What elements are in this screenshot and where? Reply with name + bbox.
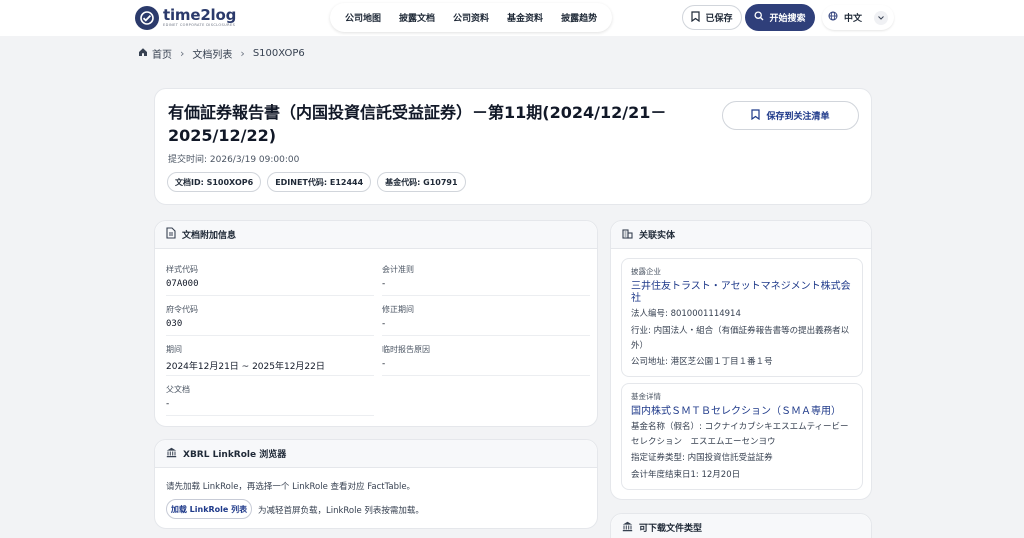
top-header: time2log EDINET CORPORATE DISCLOSURES 公司…	[0, 0, 1024, 36]
nav-fund-info[interactable]: 基金资料	[498, 11, 552, 24]
saved-button[interactable]: 已保存	[682, 5, 742, 30]
logo-text: time2log	[163, 6, 237, 25]
institution-icon	[622, 521, 633, 535]
company-address: 公司地址: 港区芝公園１丁目１番１号	[631, 357, 773, 367]
fund-name-kana: 基金名称（假名）: コクナイカブシキエスエムティービーセレクション エスエムエー…	[631, 422, 849, 447]
load-hint: 为减轻首屏负载，LinkRole 列表按需加载。	[258, 506, 424, 516]
chevron-right-icon: ›	[180, 47, 185, 60]
security-type: 指定证券类型: 内国投資信託受益証券	[631, 453, 773, 463]
related-entities-card: 关联实体 披露企业 三井住友トラスト・アセットマネジメント株式会社 法人编号: …	[610, 220, 872, 500]
corporate-number: 法人编号: 8010001114914	[631, 309, 741, 319]
fund-panel: 基金详情 国内株式ＳＭＴＢセレクション（ＳＭＡ専用） 基金名称（假名）: コクナ…	[621, 383, 863, 490]
chevron-down-icon	[874, 10, 888, 25]
company-name-link[interactable]: 三井住友トラスト・アセットマネジメント株式会社	[631, 281, 857, 305]
field-parent-doc: 父文档 -	[166, 378, 374, 416]
breadcrumb: 首页 › 文档列表 › S100XOP6	[138, 46, 305, 61]
language-selector[interactable]: 中文	[822, 5, 894, 30]
nav-disclosure-trends[interactable]: 披露趋势	[552, 11, 606, 24]
document-header-card: 有価証券報告書（内国投資信託受益証券）－第11期(2024/12/21－2025…	[154, 88, 872, 205]
home-icon	[138, 47, 148, 60]
download-types-title: 可下载文件类型	[639, 524, 703, 534]
breadcrumb-doc-list[interactable]: 文档列表	[192, 46, 232, 61]
building-icon	[622, 228, 633, 242]
logo-subtext: EDINET CORPORATE DISCLOSURES	[163, 23, 236, 28]
document-icon	[166, 227, 176, 242]
fiscal-year-end: 会计年度结束日1: 12月20日	[631, 470, 741, 480]
fund-code-chip: 基金代码: G10791	[377, 172, 466, 192]
fund-label: 基金详情	[631, 392, 661, 401]
xbrl-linkrole-card: XBRL LinkRole 浏览器 请先加载 LinkRole，再选择一个 Li…	[154, 439, 598, 529]
nav-disclosure-docs[interactable]: 披露文档	[390, 11, 444, 24]
breadcrumb-home[interactable]: 首页	[152, 46, 172, 61]
logo[interactable]: time2log EDINET CORPORATE DISCLOSURES	[135, 6, 236, 30]
company-label: 披露企业	[631, 267, 661, 276]
xbrl-title: XBRL LinkRole 浏览器	[183, 450, 287, 460]
download-types-card: 可下载文件类型	[610, 513, 872, 538]
search-label: 开始搜索	[769, 14, 806, 24]
globe-icon	[828, 11, 838, 24]
related-entities-title: 关联实体	[639, 231, 676, 241]
chevron-right-icon: ›	[240, 47, 245, 60]
language-label: 中文	[844, 14, 863, 24]
save-to-watchlist-label: 保存到关注清单	[766, 112, 830, 122]
xbrl-instruction: 请先加载 LinkRole，再选择一个 LinkRole 查看对应 FactTa…	[166, 482, 416, 492]
nav-company-map[interactable]: 公司地图	[336, 11, 390, 24]
doc-info-title: 文档附加信息	[182, 231, 237, 241]
institution-icon	[166, 447, 177, 461]
doc-info-card: 文档附加信息 样式代码 07A000 会计准则 - 府令代码 030 修正期间 …	[154, 220, 598, 427]
load-linkrole-button[interactable]: 加载 LinkRole 列表	[166, 499, 252, 519]
logo-icon	[135, 6, 159, 30]
fund-name-link[interactable]: 国内株式ＳＭＴＢセレクション（ＳＭＡ専用）	[631, 406, 861, 418]
saved-label: 已保存	[705, 14, 733, 24]
breadcrumb-current: S100XOP6	[252, 48, 305, 59]
field-style-code: 样式代码 07A000	[166, 258, 374, 296]
industry: 行业: 内国法人・組合（有価証券報告書等の提出義務者以外）	[631, 326, 850, 351]
field-accounting-standard: 会计准则 -	[382, 258, 590, 296]
field-temp-report-reason: 临时报告原因 -	[382, 338, 590, 376]
field-period: 期间 2024年12月21日 ~ 2025年12月22日	[166, 338, 374, 376]
field-ordinance-code: 府令代码 030	[166, 298, 374, 336]
main-nav: 公司地图 披露文档 公司资料 基金资料 披露趋势	[330, 3, 613, 32]
company-panel: 披露企业 三井住友トラスト・アセットマネジメント株式会社 法人编号: 80100…	[621, 258, 863, 377]
document-title: 有価証券報告書（内国投資信託受益証券）－第11期(2024/12/21－2025…	[168, 103, 667, 145]
bookmark-icon	[751, 108, 761, 123]
submitted-time: 提交时间: 2026/3/19 09:00:00	[168, 155, 300, 165]
bookmark-icon	[691, 10, 701, 25]
nav-company-info[interactable]: 公司资料	[444, 11, 498, 24]
save-to-watchlist-button[interactable]: 保存到关注清单	[722, 101, 859, 130]
edinet-code-chip: EDINET代码: E12444	[267, 172, 372, 192]
doc-id-chip: 文档ID: S100XOP6	[167, 172, 262, 192]
search-icon	[754, 11, 764, 24]
start-search-button[interactable]: 开始搜索	[745, 4, 815, 31]
field-amendment-period: 修正期间 -	[382, 298, 590, 336]
